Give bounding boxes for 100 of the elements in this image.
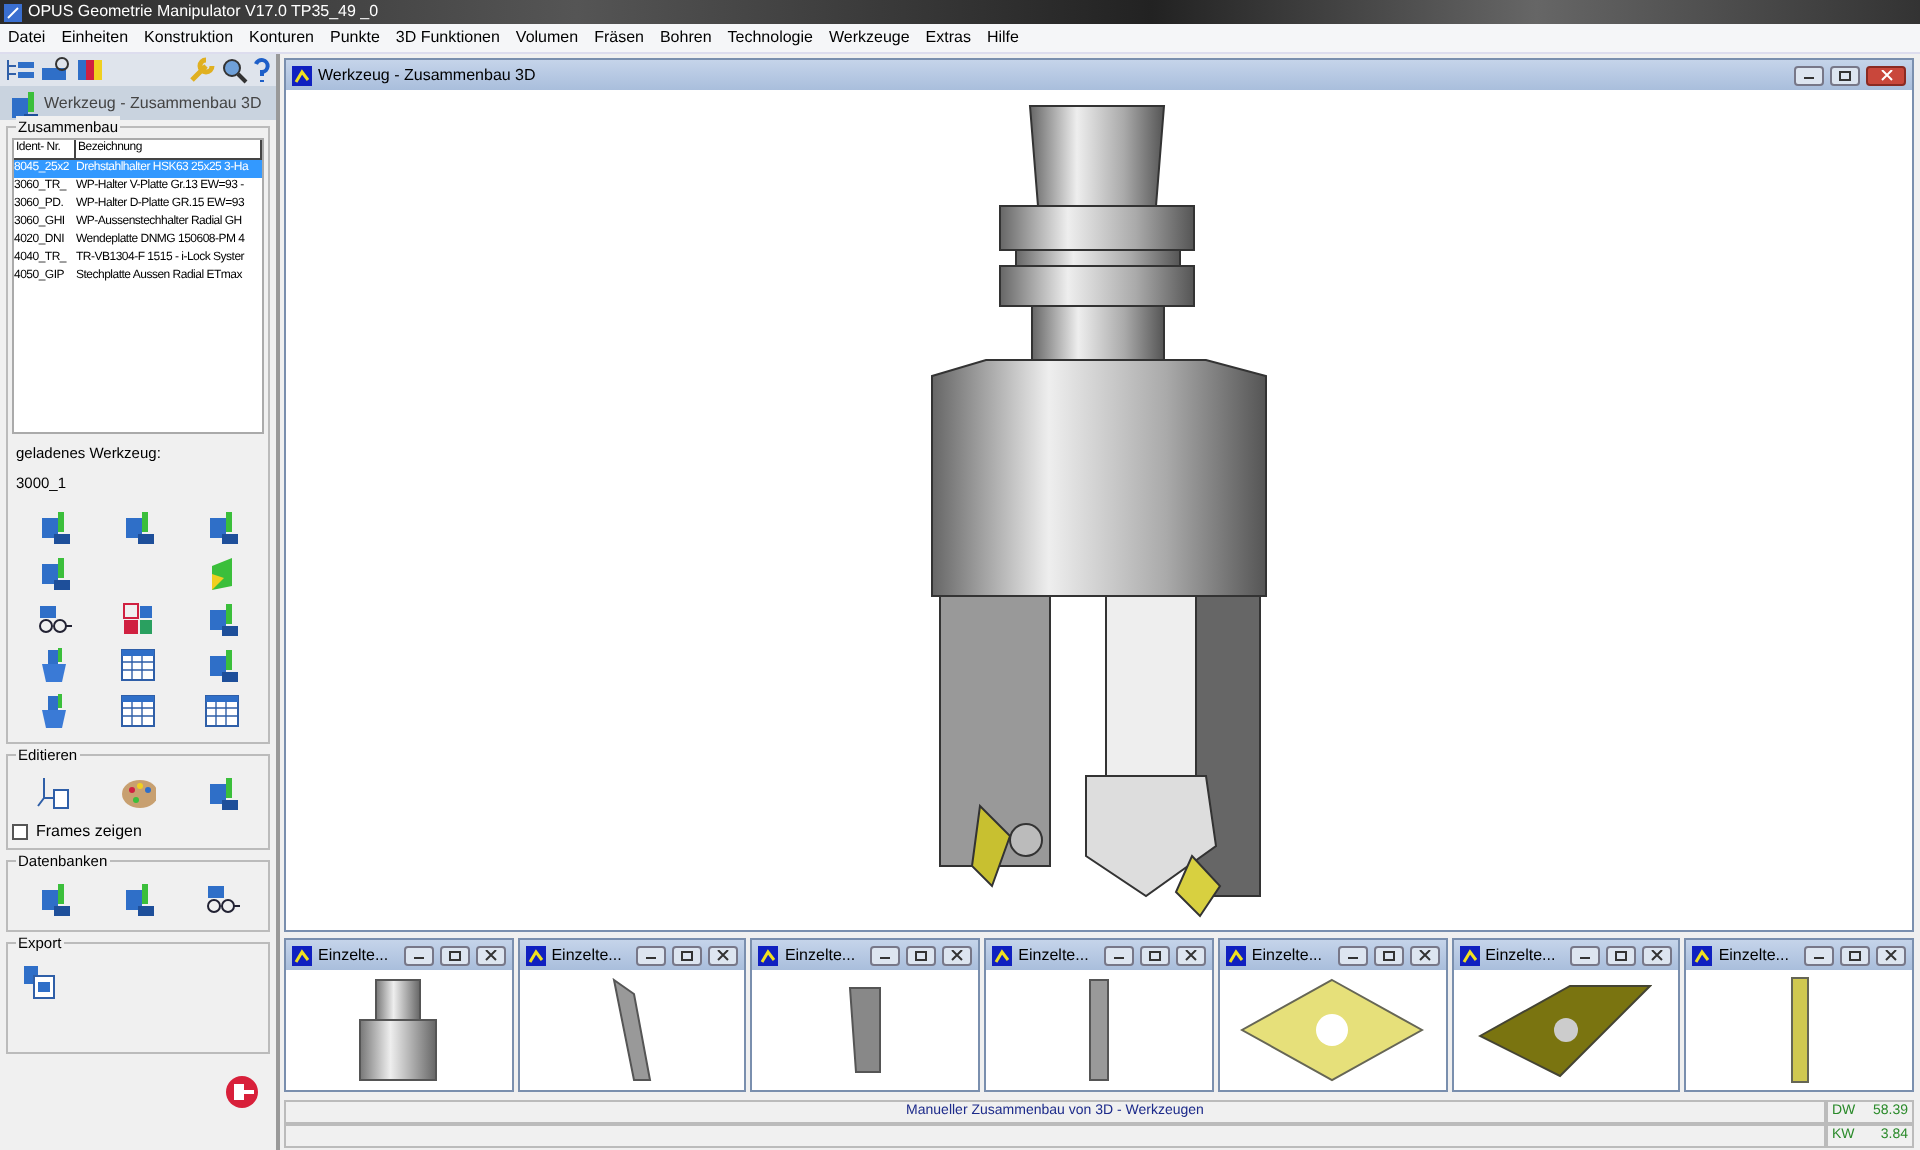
tool-holder-icon[interactable] bbox=[120, 507, 156, 545]
close-button[interactable] bbox=[475, 945, 506, 965]
minimize-button[interactable] bbox=[1804, 945, 1835, 965]
menu-item[interactable]: Einheiten bbox=[53, 26, 137, 50]
close-button[interactable] bbox=[1409, 945, 1440, 965]
maximize-button[interactable] bbox=[1840, 945, 1871, 965]
bars-icon[interactable] bbox=[76, 56, 108, 84]
close-button[interactable] bbox=[1642, 945, 1673, 965]
menu-item[interactable]: Volumen bbox=[507, 26, 587, 50]
window-title: Einzelte... bbox=[1485, 943, 1558, 967]
minimize-button[interactable] bbox=[636, 945, 667, 965]
help-icon[interactable] bbox=[252, 56, 272, 84]
part-drawing bbox=[1789, 976, 1810, 1084]
maximize-icon bbox=[1838, 69, 1852, 81]
tool-holder-icon[interactable] bbox=[204, 507, 240, 545]
menu-item[interactable]: Datei bbox=[0, 26, 54, 50]
part-drawing bbox=[358, 978, 439, 1082]
export-icon[interactable] bbox=[20, 961, 56, 999]
menu-item[interactable]: Bohren bbox=[651, 26, 720, 50]
part-drawing bbox=[612, 978, 653, 1082]
window-title: Einzelte... bbox=[784, 943, 858, 967]
menu-item[interactable]: Hilfe bbox=[978, 26, 1027, 50]
maximize-button[interactable] bbox=[672, 945, 703, 965]
maximize-icon bbox=[447, 949, 462, 961]
maximize-icon bbox=[680, 949, 695, 961]
maximize-button[interactable] bbox=[1373, 945, 1404, 965]
close-button[interactable] bbox=[1876, 945, 1907, 965]
part-drawing bbox=[1088, 978, 1111, 1082]
minimize-button[interactable] bbox=[1337, 945, 1368, 965]
close-icon bbox=[950, 949, 965, 961]
close-button[interactable] bbox=[1866, 65, 1906, 85]
maximize-icon bbox=[914, 949, 929, 961]
window-title: Werkzeug - Zusammenbau 3D bbox=[318, 63, 538, 87]
tree-icon[interactable] bbox=[4, 56, 36, 84]
tool-holder-icon[interactable] bbox=[36, 879, 72, 917]
tool-holder-icon[interactable] bbox=[204, 773, 240, 811]
menu-item[interactable]: Konstruktion bbox=[136, 26, 242, 50]
menu-item[interactable]: Punkte bbox=[321, 26, 388, 50]
window-icon bbox=[1459, 945, 1480, 965]
maximize-icon bbox=[1381, 949, 1396, 961]
menu-item[interactable]: Fräsen bbox=[586, 26, 652, 50]
close-icon bbox=[716, 949, 731, 961]
window-icon bbox=[758, 945, 779, 965]
tool-holder-icon[interactable] bbox=[204, 599, 240, 637]
checkbox-label: Frames zeigen bbox=[36, 819, 142, 843]
window-icon bbox=[292, 65, 312, 85]
exit-icon[interactable] bbox=[224, 1073, 260, 1109]
cubes-icon[interactable] bbox=[120, 599, 156, 637]
menu-item[interactable]: Technologie bbox=[719, 26, 821, 50]
minimize-button[interactable] bbox=[403, 945, 434, 965]
table-icon[interactable] bbox=[204, 691, 240, 729]
close-icon bbox=[1417, 949, 1432, 961]
close-button[interactable] bbox=[942, 945, 973, 965]
part-drawing bbox=[848, 986, 883, 1074]
window-title: Einzelte... bbox=[1018, 943, 1091, 967]
maximize-icon bbox=[1848, 949, 1863, 961]
tool-holder-icon[interactable] bbox=[36, 507, 72, 545]
minimize-button[interactable] bbox=[1103, 945, 1134, 965]
minimize-button[interactable] bbox=[1570, 945, 1601, 965]
maximize-button[interactable] bbox=[1139, 945, 1170, 965]
trash-icon[interactable] bbox=[36, 691, 72, 729]
menu-item[interactable]: Extras bbox=[917, 26, 979, 50]
menu-item[interactable]: Werkzeuge bbox=[820, 26, 918, 50]
window-icon bbox=[1225, 945, 1246, 965]
tool-holder-icon[interactable] bbox=[36, 553, 72, 591]
checkbox[interactable] bbox=[12, 823, 28, 839]
tool-holder-icon[interactable] bbox=[120, 879, 156, 917]
window-title: Einzelte... bbox=[1718, 943, 1791, 967]
tool-holder-icon[interactable] bbox=[204, 645, 240, 683]
table-icon[interactable] bbox=[120, 691, 156, 729]
maximize-icon bbox=[1147, 949, 1162, 961]
close-icon bbox=[1183, 949, 1198, 961]
close-button[interactable] bbox=[708, 945, 739, 965]
close-icon bbox=[1879, 69, 1893, 81]
menu-item[interactable]: Konturen bbox=[241, 26, 322, 50]
window-icon bbox=[992, 945, 1013, 965]
maximize-button[interactable] bbox=[906, 945, 937, 965]
search-icon[interactable] bbox=[220, 56, 248, 84]
close-icon bbox=[1650, 949, 1665, 961]
menu-item[interactable]: 3D Funktionen bbox=[387, 26, 508, 50]
table-icon[interactable] bbox=[120, 645, 156, 683]
window-icon bbox=[292, 945, 312, 965]
minimize-button[interactable] bbox=[870, 945, 901, 965]
window-title: OPUS Geometrie Manipulator V17.0 TP35_49 _0 bbox=[28, 0, 379, 24]
close-icon bbox=[1884, 949, 1899, 961]
window-title: Einzelte... bbox=[318, 943, 391, 967]
trash-icon[interactable] bbox=[36, 645, 72, 683]
close-icon bbox=[483, 949, 498, 961]
window-icon bbox=[525, 945, 546, 965]
axes-icon[interactable] bbox=[36, 773, 72, 811]
minimize-button[interactable] bbox=[1794, 65, 1824, 85]
window-title: Einzelte... bbox=[1251, 943, 1325, 967]
window-icon bbox=[1692, 945, 1713, 965]
window-title: Einzelte... bbox=[551, 943, 624, 967]
maximize-button[interactable] bbox=[1606, 945, 1637, 965]
close-button[interactable] bbox=[1175, 945, 1206, 965]
maximize-button[interactable] bbox=[439, 945, 470, 965]
maximize-button[interactable] bbox=[1830, 65, 1860, 85]
panel-title: Werkzeug - Zusammenbau 3D bbox=[44, 91, 262, 115]
maximize-icon bbox=[1614, 949, 1629, 961]
